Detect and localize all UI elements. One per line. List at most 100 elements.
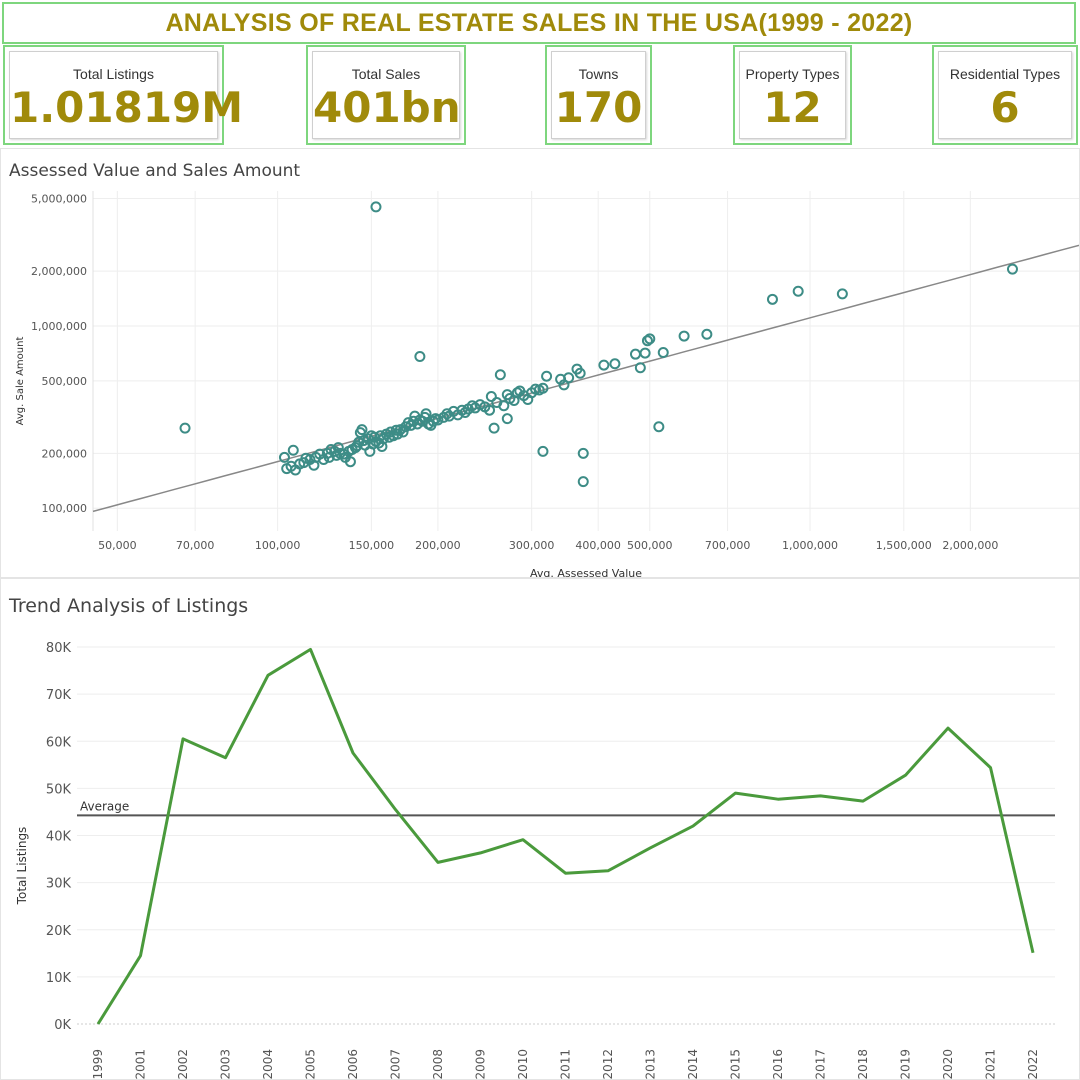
scatter-panel: Assessed Value and Sales Amount 50,000 70…: [0, 148, 1080, 578]
scatter-point: [278, 451, 290, 463]
y-tick-label: 0K: [54, 1018, 71, 1033]
scatter-point: [598, 359, 610, 371]
dashboard-title-bar: ANALYSIS OF REAL ESTATE SALES IN THE USA…: [2, 2, 1076, 44]
scatter-point: [766, 293, 778, 305]
scatter-point: [494, 369, 506, 381]
y-tick-label: 500,000: [42, 375, 88, 388]
y-tick-label: 80K: [46, 641, 72, 656]
x-tick-label: 2019: [899, 1049, 913, 1079]
x-tick-label: 400,000: [575, 539, 621, 552]
x-tick-label: 2006: [346, 1049, 360, 1079]
y-tick-label: 70K: [46, 688, 72, 703]
x-tick-label: 2020: [941, 1049, 955, 1079]
kpi-card-property-types: Property Types 12: [733, 45, 852, 145]
x-tick-label: 1,000,000: [782, 539, 838, 552]
x-tick-label: 2018: [856, 1049, 870, 1079]
x-axis-label: Avg. Assessed Value: [530, 567, 642, 577]
y-tick-label: 1,000,000: [31, 320, 87, 333]
y-tick-label: 20K: [46, 924, 72, 939]
x-tick-label: 2022: [1026, 1049, 1040, 1079]
kpi-card-inner: Towns 170: [551, 51, 646, 139]
x-tick-label: 2016: [771, 1049, 785, 1079]
x-tick-label: 2007: [389, 1049, 403, 1079]
scatter-point: [1006, 263, 1018, 275]
x-tick-label: 2013: [644, 1049, 658, 1079]
scatter-point: [356, 424, 368, 436]
x-tick-label: 500,000: [627, 539, 673, 552]
y-tick-label: 30K: [46, 877, 72, 892]
kpi-value: 401bn: [313, 83, 461, 132]
series-line: [96, 647, 1035, 1025]
x-tick-label: 200,000: [415, 539, 461, 552]
x-tick-label: 2004: [261, 1049, 275, 1079]
scatter-point: [653, 421, 665, 433]
x-tick-label: 2009: [474, 1049, 488, 1079]
kpi-label: Property Types: [745, 66, 840, 82]
scatter-point: [678, 330, 690, 342]
y-axis-label: Total Listings: [15, 827, 29, 906]
x-tick-label: 2001: [134, 1049, 148, 1079]
x-tick-label: 2002: [176, 1049, 190, 1079]
scatter-point: [836, 288, 848, 300]
kpi-label: Total Sales: [351, 66, 421, 82]
scatter-point: [577, 476, 589, 488]
kpi-card-towns: Towns 170: [545, 45, 652, 145]
y-tick-label: 50K: [46, 782, 72, 797]
x-tick-label: 2,000,000: [942, 539, 998, 552]
dashboard-title: ANALYSIS OF REAL ESTATE SALES IN THE USA…: [165, 8, 913, 37]
kpi-card-total-sales: Total Sales 401bn: [306, 45, 466, 145]
x-tick-label: 2017: [814, 1049, 828, 1079]
scatter-chart: 50,000 70,000 100,000 150,000 200,000 300,000…: [15, 191, 1079, 577]
x-tick-label: 2014: [686, 1049, 700, 1079]
x-tick-label: 100,000: [255, 539, 301, 552]
kpi-card-inner: Residential Types 6: [938, 51, 1072, 139]
kpi-value: 12: [763, 83, 822, 132]
y-tick-label: 5,000,000: [31, 193, 87, 206]
line-chart: 0K 10K 20K 30K 40K 50K 60K 70K 80K Total Listings…: [15, 641, 1055, 1079]
scatter-point: [488, 422, 500, 434]
kpi-label: Residential Types: [949, 66, 1061, 82]
x-tick-label: 2015: [729, 1049, 743, 1079]
scatter-point: [657, 347, 669, 359]
y-tick-label: 200,000: [42, 447, 88, 460]
average-label: Average: [80, 799, 129, 813]
x-tick-label: 2003: [219, 1049, 233, 1079]
scatter-point: [370, 201, 382, 213]
y-tick-label: 60K: [46, 735, 72, 750]
x-tick-label: 2010: [516, 1049, 530, 1079]
kpi-value: 6: [990, 83, 1020, 132]
x-tick-label: 70,000: [176, 539, 215, 552]
x-tick-label: 700,000: [705, 539, 751, 552]
scatter-point: [179, 422, 191, 434]
scatter-point: [629, 348, 641, 360]
x-tick-label: 1,500,000: [876, 539, 932, 552]
kpi-card-inner: Property Types 12: [739, 51, 846, 139]
kpi-value: 170: [554, 83, 643, 132]
x-tick-label: 150,000: [349, 539, 395, 552]
x-tick-label: 2021: [984, 1049, 998, 1079]
x-tick-label: 2008: [431, 1049, 445, 1079]
kpi-label: Total Listings: [73, 66, 154, 82]
scatter-point: [792, 285, 804, 297]
kpi-value: 1.01819M: [10, 83, 244, 132]
y-tick-label: 40K: [46, 830, 72, 845]
scatter-point: [541, 370, 553, 382]
kpi-card-residential-types: Residential Types 6: [932, 45, 1078, 145]
trend-line: [92, 244, 1079, 513]
kpi-card-total-listings: Total Listings 1.01819M: [3, 45, 244, 145]
scatter-point: [639, 347, 651, 359]
kpi-card-inner: Total Sales 401bn: [312, 51, 461, 139]
scatter-point: [501, 413, 513, 425]
kpi-card-inner: Total Listings 1.01819M: [9, 51, 244, 139]
scatter-point: [634, 362, 646, 374]
kpi-label: Towns: [578, 66, 619, 82]
x-tick-label: 2012: [601, 1049, 615, 1079]
y-tick-label: 100,000: [42, 502, 88, 515]
x-tick-label: 2005: [304, 1049, 318, 1079]
y-axis-label: Avg. Sale Amount: [15, 337, 26, 426]
line-panel: Trend Analysis of Listings 0K 10K 20K 30K 40…: [0, 578, 1080, 1080]
scatter-point: [414, 350, 426, 362]
scatter-point: [609, 358, 621, 370]
x-tick-label: 1999: [91, 1049, 105, 1079]
x-tick-label: 50,000: [98, 539, 137, 552]
